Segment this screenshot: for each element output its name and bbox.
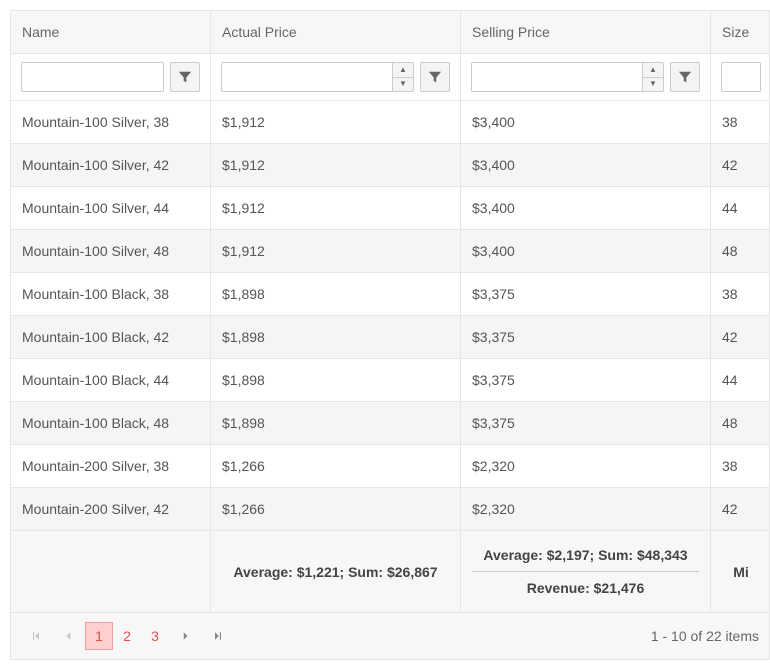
data-body: Mountain-100 Silver, 38$1,912$3,40038Mou… (11, 101, 769, 531)
funnel-icon (428, 70, 442, 84)
table-row[interactable]: Mountain-200 Silver, 38$1,266$2,32038 (11, 445, 769, 488)
cell-size: 42 (711, 488, 770, 530)
filter-actual-spinner: ▲ ▼ (392, 62, 414, 92)
filter-selling-button[interactable] (670, 62, 700, 92)
filter-actual-button[interactable] (420, 62, 450, 92)
cell-name: Mountain-100 Black, 48 (11, 402, 211, 444)
header-size[interactable]: Size (711, 11, 770, 53)
cell-actual-price: $1,266 (211, 488, 461, 530)
pager-info: 1 - 10 of 22 items (651, 628, 759, 644)
cell-actual-price: $1,898 (211, 359, 461, 401)
header-selling-price[interactable]: Selling Price (461, 11, 711, 53)
table-row[interactable]: Mountain-100 Black, 38$1,898$3,37538 (11, 273, 769, 316)
cell-name: Mountain-200 Silver, 42 (11, 488, 211, 530)
cell-size: 44 (711, 359, 770, 401)
table-row[interactable]: Mountain-100 Silver, 48$1,912$3,40048 (11, 230, 769, 273)
cell-size: 38 (711, 273, 770, 315)
table-row[interactable]: Mountain-100 Silver, 42$1,912$3,40042 (11, 144, 769, 187)
chevron-right-icon (180, 630, 192, 642)
table-row[interactable]: Mountain-100 Silver, 38$1,912$3,40038 (11, 101, 769, 144)
table-row[interactable]: Mountain-100 Black, 42$1,898$3,37542 (11, 316, 769, 359)
cell-actual-price: $1,912 (211, 144, 461, 186)
cell-actual-price: $1,912 (211, 230, 461, 272)
cell-selling-price: $3,400 (461, 101, 711, 143)
header-name[interactable]: Name (11, 11, 211, 53)
filter-name-button[interactable] (170, 62, 200, 92)
cell-name: Mountain-100 Silver, 48 (11, 230, 211, 272)
table-row[interactable]: Mountain-100 Black, 44$1,898$3,37544 (11, 359, 769, 402)
cell-selling-price: $2,320 (461, 445, 711, 487)
cell-selling-price: $3,375 (461, 359, 711, 401)
footer-size: Mi (711, 531, 770, 612)
footer-selling: Average: $2,197; Sum: $48,343 Revenue: $… (461, 531, 711, 612)
cell-size: 38 (711, 101, 770, 143)
spinner-down-icon[interactable]: ▼ (643, 78, 663, 92)
cell-size: 38 (711, 445, 770, 487)
cell-name: Mountain-100 Silver, 44 (11, 187, 211, 229)
pager-page-1[interactable]: 1 (85, 622, 113, 650)
cell-name: Mountain-100 Black, 44 (11, 359, 211, 401)
table-row[interactable]: Mountain-200 Silver, 42$1,266$2,32042 (11, 488, 769, 531)
data-grid: Name Actual Price Selling Price Size ▲ ▼ (10, 10, 770, 660)
cell-size: 48 (711, 402, 770, 444)
funnel-icon (678, 70, 692, 84)
pager-first-button[interactable] (21, 621, 51, 651)
footer-row: Average: $1,221; Sum: $26,867 Average: $… (11, 531, 769, 612)
cell-size: 42 (711, 144, 770, 186)
filter-size-input[interactable] (721, 62, 761, 92)
filter-selling-spinner: ▲ ▼ (642, 62, 664, 92)
header-row: Name Actual Price Selling Price Size (11, 11, 769, 54)
pager: 123 1 - 10 of 22 items (11, 612, 769, 659)
pager-page-2[interactable]: 2 (113, 622, 141, 650)
cell-size: 48 (711, 230, 770, 272)
spinner-down-icon[interactable]: ▼ (393, 78, 413, 92)
pager-next-button[interactable] (171, 621, 201, 651)
cell-selling-price: $2,320 (461, 488, 711, 530)
cell-selling-price: $3,400 (461, 187, 711, 229)
table-row[interactable]: Mountain-100 Black, 48$1,898$3,37548 (11, 402, 769, 445)
pager-prev-button[interactable] (53, 621, 83, 651)
cell-selling-price: $3,400 (461, 144, 711, 186)
footer-selling-revenue: Revenue: $21,476 (472, 580, 699, 596)
cell-name: Mountain-100 Black, 38 (11, 273, 211, 315)
cell-actual-price: $1,266 (211, 445, 461, 487)
filter-name-input[interactable] (21, 62, 164, 92)
filter-selling-input[interactable] (471, 62, 642, 92)
first-page-icon (30, 630, 42, 642)
pager-page-3[interactable]: 3 (141, 622, 169, 650)
funnel-icon (178, 70, 192, 84)
cell-selling-price: $3,375 (461, 316, 711, 358)
cell-name: Mountain-100 Silver, 42 (11, 144, 211, 186)
cell-name: Mountain-100 Black, 42 (11, 316, 211, 358)
last-page-icon (212, 630, 224, 642)
cell-actual-price: $1,898 (211, 402, 461, 444)
cell-actual-price: $1,912 (211, 187, 461, 229)
cell-size: 42 (711, 316, 770, 358)
spinner-up-icon[interactable]: ▲ (643, 63, 663, 78)
filter-actual-input[interactable] (221, 62, 392, 92)
chevron-left-icon (62, 630, 74, 642)
cell-selling-price: $3,375 (461, 273, 711, 315)
header-actual-price[interactable]: Actual Price (211, 11, 461, 53)
cell-name: Mountain-100 Silver, 38 (11, 101, 211, 143)
cell-selling-price: $3,400 (461, 230, 711, 272)
spinner-up-icon[interactable]: ▲ (393, 63, 413, 78)
cell-size: 44 (711, 187, 770, 229)
cell-actual-price: $1,912 (211, 101, 461, 143)
cell-name: Mountain-200 Silver, 38 (11, 445, 211, 487)
cell-actual-price: $1,898 (211, 273, 461, 315)
pager-last-button[interactable] (203, 621, 233, 651)
filter-row: ▲ ▼ ▲ ▼ (11, 54, 769, 101)
cell-selling-price: $3,375 (461, 402, 711, 444)
table-row[interactable]: Mountain-100 Silver, 44$1,912$3,40044 (11, 187, 769, 230)
footer-selling-avg-sum: Average: $2,197; Sum: $48,343 (472, 547, 699, 563)
footer-actual: Average: $1,221; Sum: $26,867 (211, 531, 461, 612)
cell-actual-price: $1,898 (211, 316, 461, 358)
